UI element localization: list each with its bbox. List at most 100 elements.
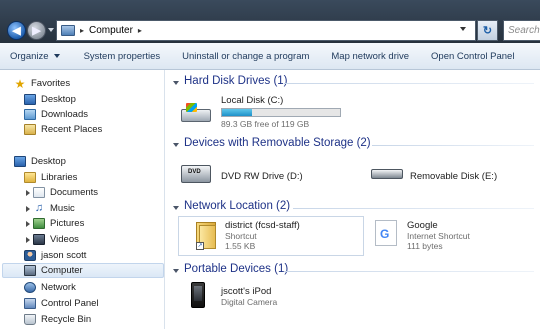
- group-divider: [284, 83, 534, 84]
- sidebar-item-music[interactable]: ♫ Music: [33, 201, 75, 216]
- sidebar-item-downloads[interactable]: Downloads: [24, 107, 88, 122]
- computer-icon: [24, 265, 36, 276]
- sidebar-item-recycle-bin[interactable]: Recycle Bin: [24, 312, 91, 327]
- forward-arrow-icon: ▶: [32, 25, 41, 37]
- sidebar-item-libraries[interactable]: Libraries: [24, 170, 77, 185]
- expand-chevron-icon[interactable]: [26, 221, 30, 227]
- documents-icon: [33, 187, 45, 198]
- network-item-type: Shortcut: [225, 231, 257, 241]
- expand-chevron-icon[interactable]: [26, 190, 30, 196]
- open-control-panel-button[interactable]: Open Control Panel: [423, 51, 522, 62]
- sidebar-item-label: Favorites: [31, 78, 71, 89]
- group-header-hard-disk[interactable]: Hard Disk Drives (1): [184, 75, 288, 87]
- network-item-name: Google: [407, 220, 438, 231]
- sidebar-item-desktop[interactable]: Desktop: [14, 154, 66, 169]
- internet-shortcut-icon: G: [375, 220, 397, 246]
- sidebar-item-label: Control Panel: [41, 298, 99, 309]
- organize-label: Organize: [10, 50, 49, 62]
- pictures-icon: [33, 218, 45, 229]
- breadcrumb-computer[interactable]: Computer: [89, 25, 133, 36]
- drive-free-space: 89.3 GB free of 119 GB: [221, 119, 310, 129]
- sidebar-item-user[interactable]: jason scott: [24, 248, 86, 263]
- address-bar[interactable]: ▸ Computer ▸: [56, 20, 476, 41]
- disk-usage-bar: [221, 108, 341, 117]
- collapse-group-icon[interactable]: [173, 206, 179, 210]
- sidebar-item-label: Desktop: [41, 94, 76, 105]
- dvd-badge: DVD: [188, 169, 201, 175]
- sidebar-item-documents[interactable]: Documents: [33, 185, 98, 200]
- organize-menu[interactable]: Organize: [0, 51, 76, 62]
- collapse-group-icon[interactable]: [173, 269, 179, 273]
- sidebar-item-control-panel[interactable]: Control Panel: [24, 296, 99, 311]
- address-dropdown-icon[interactable]: [460, 27, 466, 31]
- sidebar-item-videos[interactable]: Videos: [33, 232, 79, 247]
- refresh-button[interactable]: ↻: [477, 20, 498, 41]
- sidebar-item-label: Network: [41, 282, 76, 293]
- back-arrow-icon: ◀: [12, 25, 21, 37]
- sidebar-item-network[interactable]: Network: [24, 280, 76, 295]
- music-icon: ♫: [34, 202, 44, 214]
- recent-places-icon: [24, 124, 36, 135]
- network-item-type: Internet Shortcut: [407, 231, 470, 241]
- device-tile-ipod[interactable]: jscott's iPod Digital Camera: [191, 282, 277, 308]
- sidebar-item-recent-places[interactable]: Recent Places: [24, 122, 102, 137]
- expand-chevron-icon[interactable]: [26, 237, 30, 243]
- breadcrumb-chevron-icon[interactable]: ▸: [138, 26, 142, 35]
- back-button[interactable]: ◀: [7, 21, 26, 40]
- user-folder-icon: [24, 250, 36, 261]
- google-logo-icon: G: [380, 227, 390, 241]
- network-tile-google[interactable]: G Google Internet Shortcut 111 bytes: [375, 220, 470, 251]
- libraries-icon: [24, 172, 36, 183]
- device-type: Digital Camera: [221, 297, 278, 307]
- drive-name: DVD RW Drive (D:): [221, 171, 303, 182]
- sidebar-item-label: Pictures: [50, 218, 85, 229]
- drive-name: Removable Disk (E:): [410, 171, 498, 182]
- map-network-drive-button[interactable]: Map network drive: [323, 51, 423, 62]
- sidebar-item-label: Downloads: [41, 109, 88, 120]
- collapse-group-icon[interactable]: [173, 143, 179, 147]
- network-item-name: district (fcsd-staff): [225, 220, 300, 231]
- address-toolbar: ◀ ▶ ▸ Computer ▸ ↻ Search Co: [0, 0, 540, 43]
- group-header-network[interactable]: Network Location (2): [184, 200, 290, 212]
- downloads-icon: [24, 109, 36, 120]
- collapse-group-icon[interactable]: [173, 81, 179, 85]
- disk-usage-fill: [222, 109, 252, 116]
- recycle-bin-icon: [24, 314, 36, 325]
- network-tile-district[interactable]: ↗ district (fcsd-staff) Shortcut 1.55 KB: [196, 220, 300, 251]
- group-divider: [372, 145, 534, 146]
- recent-pages-dropdown-icon[interactable]: [48, 28, 54, 32]
- forward-button[interactable]: ▶: [27, 21, 46, 40]
- group-header-portable[interactable]: Portable Devices (1): [184, 263, 288, 275]
- drive-tile-removable[interactable]: Removable Disk (E:): [371, 160, 497, 182]
- group-header-removable[interactable]: Devices with Removable Storage (2): [184, 137, 371, 149]
- control-panel-icon: [24, 298, 36, 309]
- drive-tile-local-disk[interactable]: Local Disk (C:) 89.3 GB free of 119 GB: [181, 95, 341, 129]
- sidebar-item-label: Documents: [50, 187, 99, 198]
- search-input[interactable]: Search Co: [503, 20, 540, 41]
- expand-chevron-icon[interactable]: [26, 206, 30, 212]
- system-properties-button[interactable]: System properties: [76, 51, 175, 62]
- navigation-pane: ★ Favorites Desktop Downloads Recent Pla…: [0, 70, 165, 329]
- breadcrumb-chevron-icon[interactable]: ▸: [80, 26, 84, 35]
- computer-icon: [61, 25, 75, 36]
- sidebar-item-desktop-favorite[interactable]: Desktop: [24, 92, 76, 107]
- refresh-icon: ↻: [482, 25, 493, 37]
- videos-icon: [33, 234, 45, 245]
- sidebar-item-pictures[interactable]: Pictures: [33, 216, 84, 231]
- chevron-down-icon: [53, 54, 60, 58]
- sidebar-item-label: jason scott: [41, 250, 87, 261]
- sidebar-item-label: Desktop: [31, 156, 66, 167]
- drive-tile-dvd[interactable]: DVD DVD RW Drive (D:): [181, 160, 303, 183]
- star-icon: ★: [14, 76, 26, 91]
- sidebar-item-label: Recent Places: [41, 124, 103, 135]
- sidebar-item-label: Music: [50, 203, 75, 214]
- uninstall-program-button[interactable]: Uninstall or change a program: [174, 51, 323, 62]
- network-folder-icon: ↗: [196, 220, 218, 250]
- sidebar-item-computer[interactable]: Computer: [2, 263, 164, 278]
- sidebar-item-favorites[interactable]: ★ Favorites: [14, 76, 70, 91]
- sidebar-item-label: Computer: [41, 265, 83, 276]
- desktop-icon: [14, 156, 26, 167]
- content-pane: Hard Disk Drives (1) Local Disk (C:) 89.…: [166, 70, 540, 329]
- sidebar-item-label: Recycle Bin: [41, 314, 92, 325]
- device-name: jscott's iPod: [221, 286, 272, 297]
